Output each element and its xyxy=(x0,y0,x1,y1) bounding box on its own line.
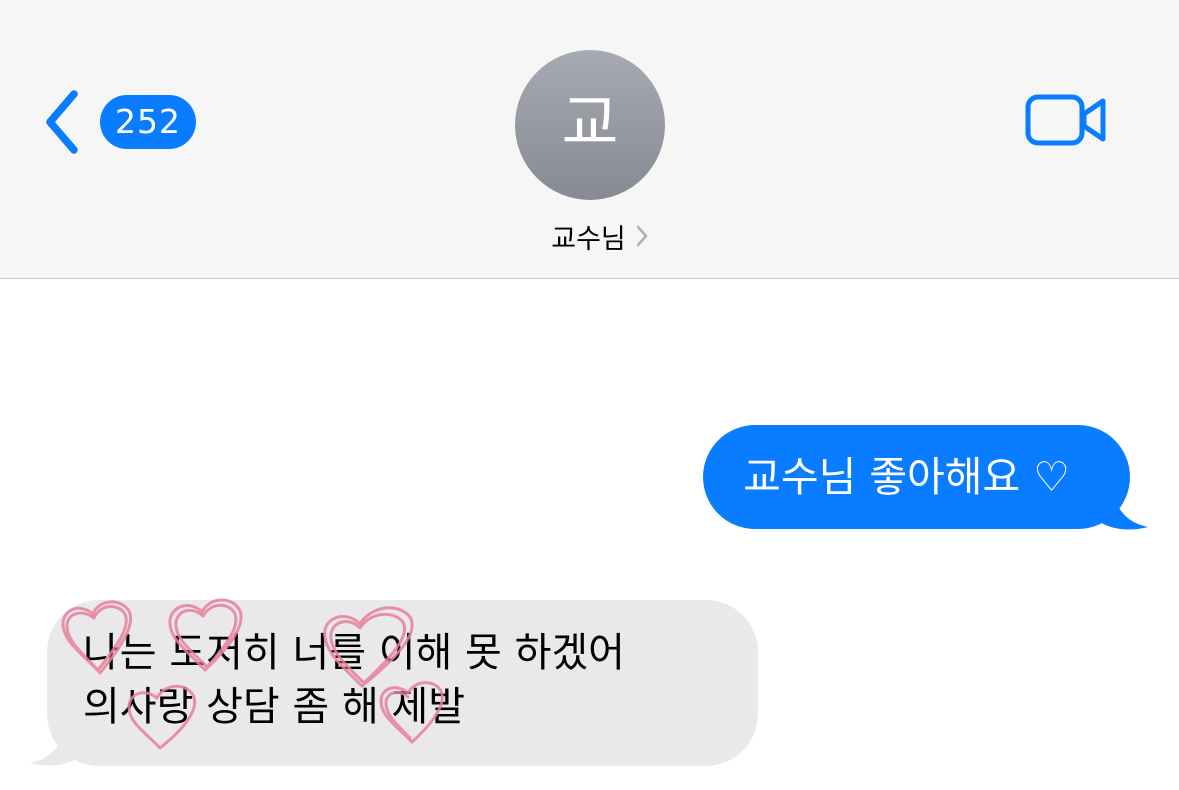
chevron-right-icon xyxy=(636,225,648,247)
incoming-bubble-tail xyxy=(30,728,78,766)
video-camera-icon xyxy=(1025,94,1106,146)
message-list: 교수님 좋아해요 ♡ 나는 도저히 너를 이해 못 하겠어 의사랑 상담 좀 해… xyxy=(0,279,1179,790)
contact-name-button[interactable]: 교수님 xyxy=(0,214,1179,258)
avatar-initial: 교 xyxy=(561,86,619,159)
contact-name: 교수님 xyxy=(551,223,626,255)
contact-avatar[interactable]: 교 xyxy=(515,50,665,200)
incoming-message-bubble[interactable]: 나는 도저히 너를 이해 못 하겠어 의사랑 상담 좀 해 제발 xyxy=(47,600,758,766)
outgoing-bubble-tail xyxy=(1100,492,1148,530)
unread-count-badge: 252 xyxy=(100,95,196,149)
back-button[interactable]: 252 xyxy=(40,82,196,162)
imessage-conversation-screen: 252 교 교수님 교수님 좋아해요 ♡ 나는 도저히 너를 이해 못 하겠어 … xyxy=(0,0,1179,790)
video-call-button[interactable] xyxy=(1024,92,1108,148)
incoming-message-line: 나는 도저히 너를 이해 못 하겠어 xyxy=(83,630,625,676)
chevron-left-icon xyxy=(46,90,78,154)
incoming-message-line: 의사랑 상담 좀 해 제발 xyxy=(83,684,466,730)
outgoing-message-text: 교수님 좋아해요 ♡ xyxy=(743,453,1070,501)
conversation-header: 252 교 교수님 xyxy=(0,0,1179,279)
outgoing-message-bubble[interactable]: 교수님 좋아해요 ♡ xyxy=(703,425,1130,529)
